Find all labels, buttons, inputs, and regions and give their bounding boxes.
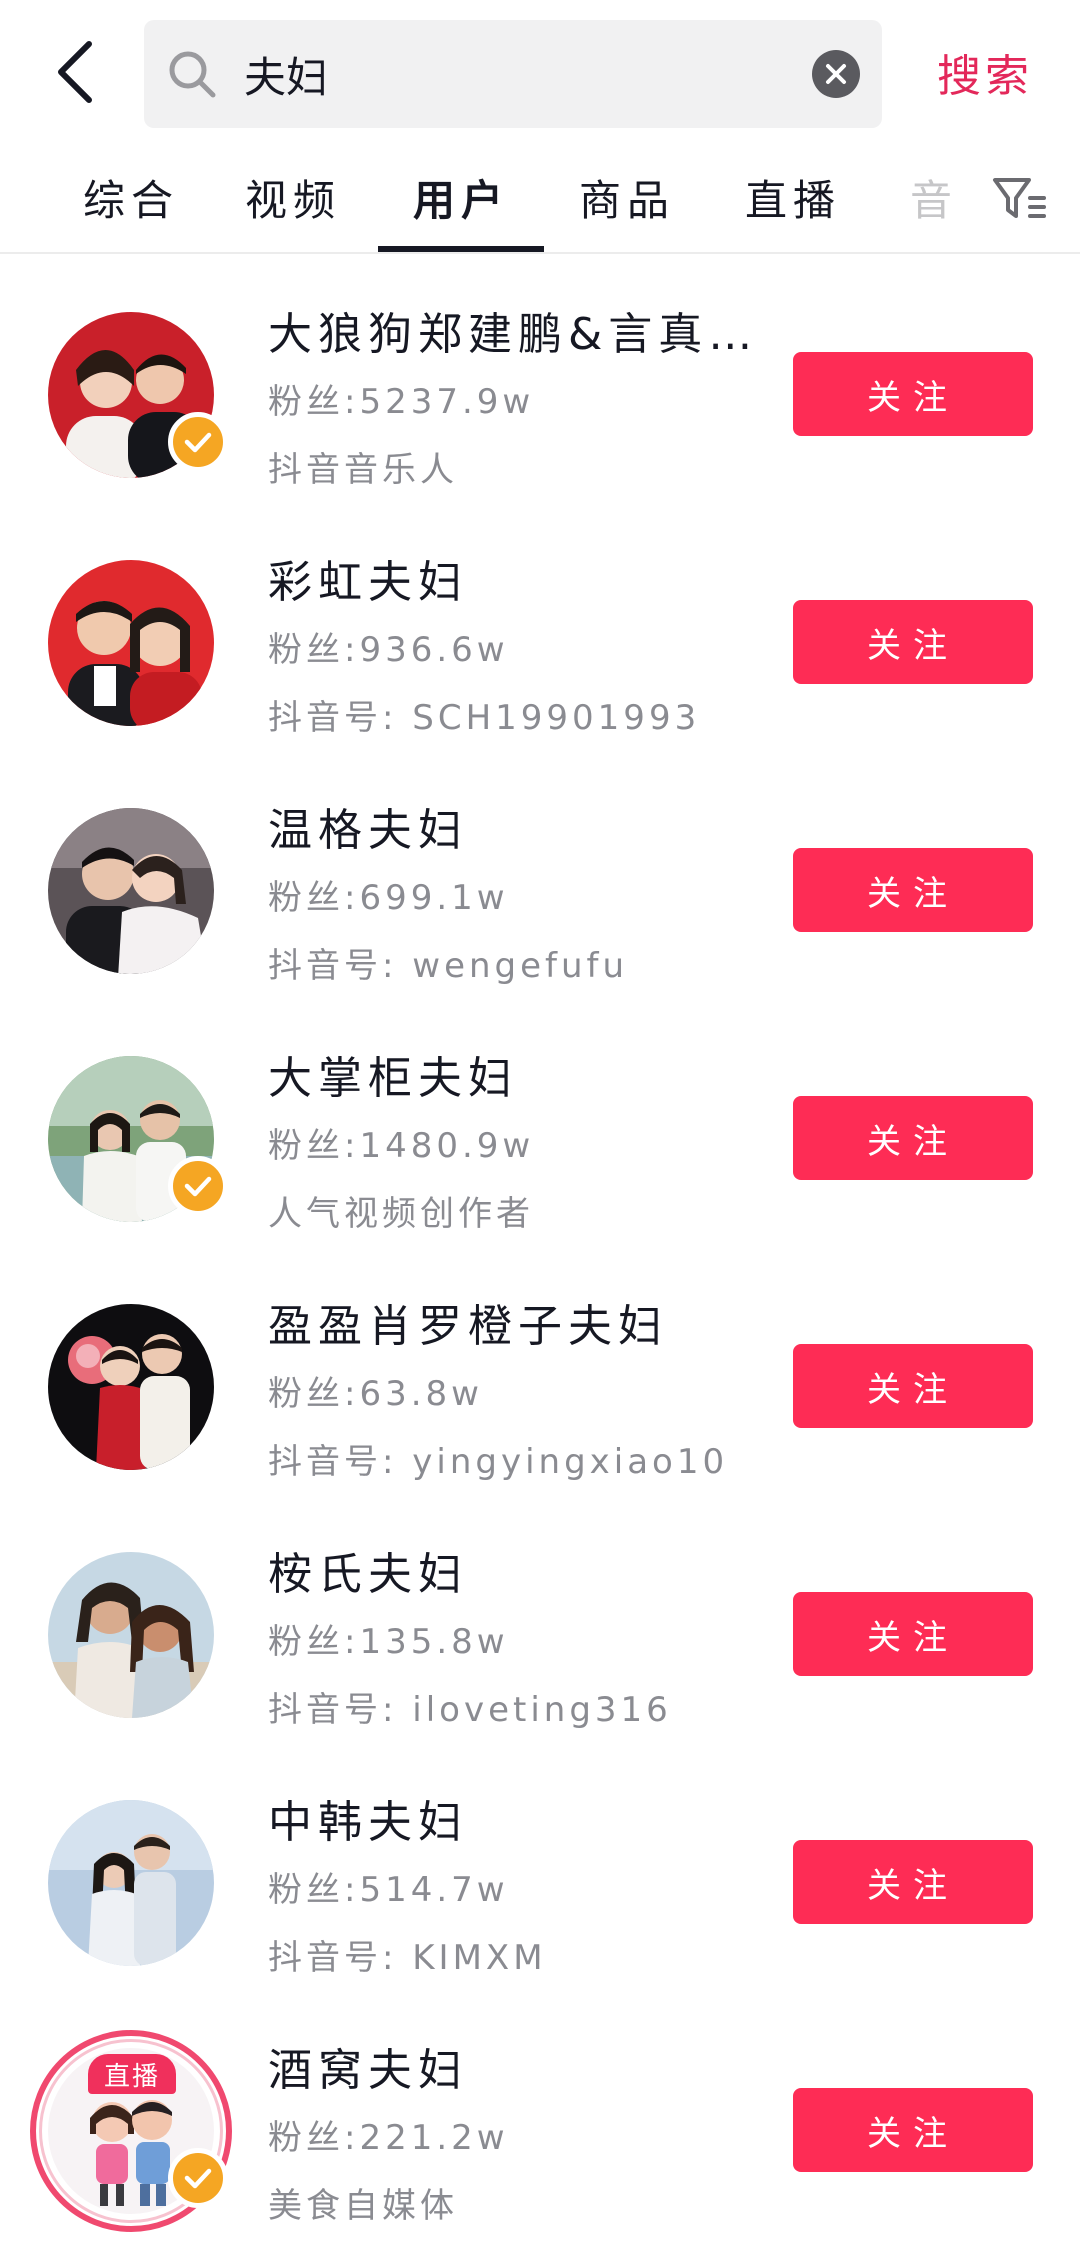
verified-badge — [168, 412, 228, 472]
user-info: 大狼狗郑建鹏&言真… 粉丝:5237.9w 抖音音乐人 — [268, 302, 768, 504]
avatar-button[interactable]: 直播 — [30, 2030, 232, 2232]
back-arrow-icon — [58, 41, 92, 103]
avatar-button[interactable] — [48, 1552, 214, 1718]
user-fans-count: 粉丝:5237.9w — [268, 382, 535, 422]
filter-icon[interactable] — [992, 176, 1048, 222]
verified-check-icon — [184, 2168, 212, 2189]
avatar — [48, 1304, 214, 1470]
verified-badge — [168, 2148, 228, 2208]
follow-button[interactable]: 关注 — [793, 1592, 1033, 1676]
user-row[interactable]: 中韩夫妇 粉丝:514.7w 抖音号: KIMXM 关注 — [0, 1750, 1080, 1998]
avatar-button[interactable] — [48, 1304, 214, 1470]
user-subtitle: 抖音号: SCH19901993 — [268, 698, 701, 738]
user-fans-count: 粉丝:936.6w — [268, 630, 509, 670]
search-icon — [169, 51, 216, 98]
user-name: 彩虹夫妇 — [268, 557, 468, 608]
user-info: 中韩夫妇 粉丝:514.7w 抖音号: KIMXM — [268, 1790, 768, 1992]
user-row[interactable]: 温格夫妇 粉丝:699.1w 抖音号: wengefufu 关注 — [0, 758, 1080, 1006]
tab-videos[interactable]: 视频 — [218, 154, 368, 240]
user-name: 大掌柜夫妇 — [268, 1053, 518, 1104]
clear-icon — [826, 64, 846, 84]
tab-products[interactable]: 商品 — [552, 154, 702, 240]
verified-check-icon — [184, 432, 212, 453]
result-tabs: 综合 视频 用户 商品 直播 音 — [0, 140, 1080, 254]
avatar — [48, 1552, 214, 1718]
user-row[interactable]: 大狼狗郑建鹏&言真… 粉丝:5237.9w 抖音音乐人 关注 — [0, 262, 1080, 510]
search-bar[interactable] — [144, 20, 882, 128]
follow-button[interactable]: 关注 — [793, 1096, 1033, 1180]
follow-button[interactable]: 关注 — [793, 2088, 1033, 2172]
follow-button[interactable]: 关注 — [793, 352, 1033, 436]
follow-button[interactable]: 关注 — [793, 1840, 1033, 1924]
avatar-button[interactable] — [48, 560, 214, 726]
user-info: 温格夫妇 粉丝:699.1w 抖音号: wengefufu — [268, 798, 768, 1000]
user-row[interactable]: 直播 酒窝夫妇 粉丝:221.2w 美食自媒体 关注 — [0, 1998, 1080, 2246]
avatar — [48, 808, 214, 974]
user-fans-count: 粉丝:514.7w — [268, 1870, 509, 1910]
clear-search-button[interactable] — [812, 50, 860, 98]
user-info: 盈盈肖罗橙子夫妇 粉丝:63.8w 抖音号: yingyingxiao10 — [268, 1294, 768, 1496]
user-row[interactable]: 盈盈肖罗橙子夫妇 粉丝:63.8w 抖音号: yingyingxiao10 关注 — [0, 1254, 1080, 1502]
user-subtitle: 抖音号: yingyingxiao10 — [268, 1442, 729, 1482]
avatar — [48, 560, 214, 726]
user-name: 酒窝夫妇 — [268, 2045, 468, 2096]
avatar-button[interactable] — [48, 1800, 214, 1966]
search-input[interactable] — [244, 20, 804, 128]
tab-music[interactable]: 音 — [904, 154, 964, 240]
user-row[interactable]: 大掌柜夫妇 粉丝:1480.9w 人气视频创作者 关注 — [0, 1006, 1080, 1254]
user-name: 中韩夫妇 — [268, 1797, 468, 1848]
tab-users[interactable]: 用户 — [386, 154, 536, 240]
search-submit-button[interactable]: 搜索 — [920, 36, 1050, 108]
user-info: 彩虹夫妇 粉丝:936.6w 抖音号: SCH19901993 — [268, 550, 768, 752]
live-tag: 直播 — [88, 2054, 176, 2094]
avatar-button[interactable] — [48, 312, 228, 478]
avatar — [48, 1800, 214, 1966]
user-name: 大狼狗郑建鹏&言真… — [268, 309, 759, 360]
avatar-button[interactable] — [48, 1056, 228, 1222]
user-info: 大掌柜夫妇 粉丝:1480.9w 人气视频创作者 — [268, 1046, 768, 1248]
active-tab-indicator — [378, 246, 544, 252]
user-subtitle: 美食自媒体 — [268, 2186, 458, 2226]
tab-live[interactable]: 直播 — [718, 154, 868, 240]
user-subtitle: 抖音号: KIMXM — [268, 1938, 547, 1978]
follow-button[interactable]: 关注 — [793, 1344, 1033, 1428]
user-fans-count: 粉丝:63.8w — [268, 1374, 483, 1414]
user-name: 温格夫妇 — [268, 805, 468, 856]
user-row[interactable]: 桉氏夫妇 粉丝:135.8w 抖音号: iloveting316 关注 — [0, 1502, 1080, 1750]
back-button[interactable] — [40, 32, 110, 112]
user-info: 桉氏夫妇 粉丝:135.8w 抖音号: iloveting316 — [268, 1542, 768, 1744]
user-name: 桉氏夫妇 — [268, 1549, 468, 1600]
user-row[interactable]: 彩虹夫妇 粉丝:936.6w 抖音号: SCH19901993 关注 — [0, 510, 1080, 758]
user-fans-count: 粉丝:135.8w — [268, 1622, 509, 1662]
verified-badge — [168, 1156, 228, 1216]
user-subtitle: 抖音号: iloveting316 — [268, 1690, 672, 1730]
user-name: 盈盈肖罗橙子夫妇 — [268, 1301, 668, 1352]
avatar-button[interactable] — [48, 808, 214, 974]
follow-button[interactable]: 关注 — [793, 848, 1033, 932]
user-subtitle: 人气视频创作者 — [268, 1194, 534, 1234]
user-info: 酒窝夫妇 粉丝:221.2w 美食自媒体 — [268, 2038, 768, 2240]
user-subtitle: 抖音音乐人 — [268, 450, 458, 490]
follow-button[interactable]: 关注 — [793, 600, 1033, 684]
tab-comprehensive[interactable]: 综合 — [56, 154, 206, 240]
verified-check-icon — [184, 1176, 212, 1197]
user-fans-count: 粉丝:221.2w — [268, 2118, 509, 2158]
user-fans-count: 粉丝:1480.9w — [268, 1126, 535, 1166]
search-header: 搜索 — [0, 0, 1080, 140]
user-subtitle: 抖音号: wengefufu — [268, 946, 629, 986]
user-fans-count: 粉丝:699.1w — [268, 878, 509, 918]
